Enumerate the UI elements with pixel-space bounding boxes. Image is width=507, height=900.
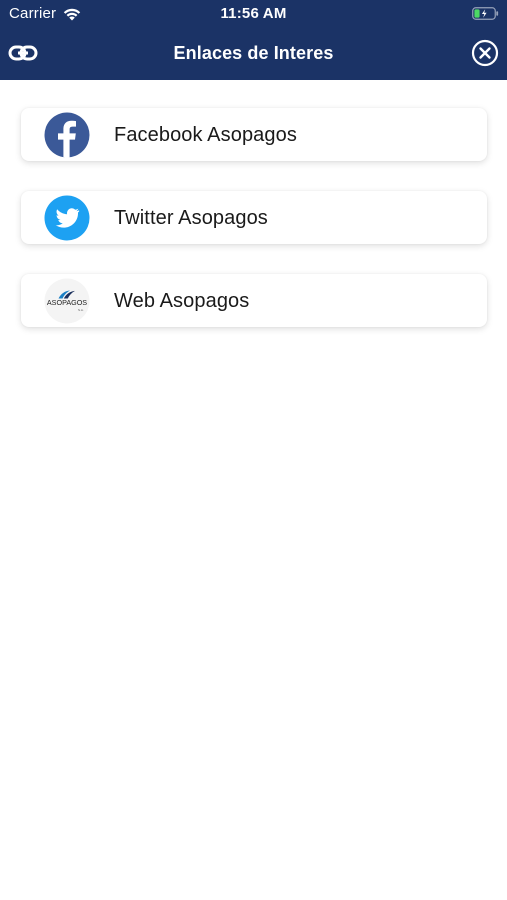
link-label: Web Asopagos [114, 290, 250, 312]
link-item-web[interactable]: ASOPAGOS S.A. Web Asopagos [21, 274, 487, 327]
svg-text:S.A.: S.A. [78, 308, 84, 312]
close-circle-icon [471, 39, 499, 67]
link-label: Facebook Asopagos [114, 124, 297, 146]
link-item-twitter[interactable]: Twitter Asopagos [21, 191, 487, 244]
page-title: Enlaces de Interes [173, 43, 334, 63]
nav-bar: Enlaces de Interes [0, 28, 507, 80]
header: Carrier 11:56 AM Enlaces de Interes [0, 0, 507, 80]
close-button[interactable] [470, 38, 500, 68]
twitter-icon [44, 195, 90, 241]
battery-icon [472, 7, 499, 20]
link-item-facebook[interactable]: Facebook Asopagos [21, 108, 487, 161]
screen: Carrier 11:56 AM Enlaces de Interes Face… [0, 0, 507, 900]
asopagos-logo-text: ASOPAGOS [47, 298, 87, 307]
status-time: 11:56 AM [220, 5, 287, 22]
asopagos-logo-icon: ASOPAGOS S.A. [44, 278, 90, 324]
facebook-icon [44, 112, 90, 158]
status-bar: Carrier 11:56 AM [0, 0, 507, 28]
link-label: Twitter Asopagos [114, 207, 268, 229]
links-list: Facebook Asopagos Twitter Asopagos ASOPA… [21, 108, 487, 357]
